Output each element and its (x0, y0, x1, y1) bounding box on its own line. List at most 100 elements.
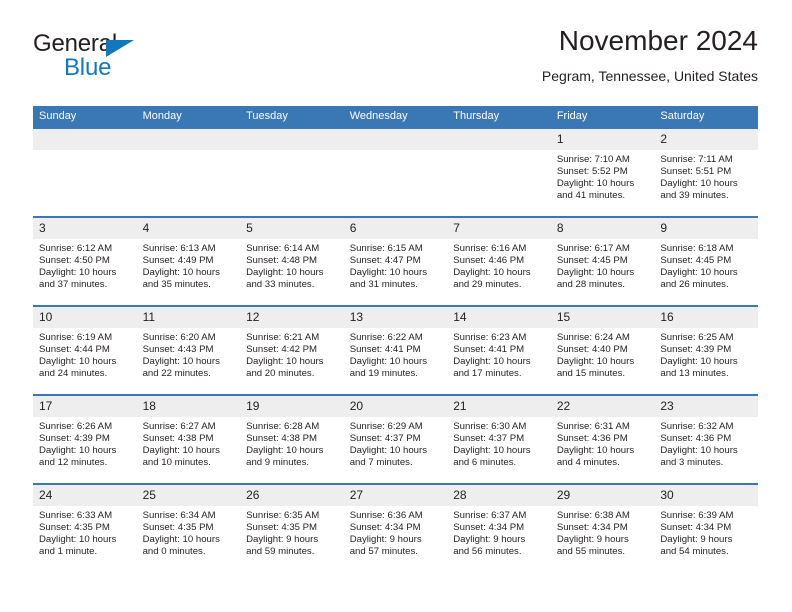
day-number: 4 (136, 218, 241, 239)
day-number: 9 (654, 218, 758, 239)
calendar-day-cell[interactable]: 19 Sunrise: 6:28 AM Sunset: 4:38 PM Dayligh… (240, 394, 344, 484)
calendar-day-cell[interactable]: 27 Sunrise: 6:36 AM Sunset: 4:34 PM Dayligh… (343, 483, 448, 573)
daylight-duration-line2: and 6 minutes. (453, 457, 517, 469)
sunset-time: Sunset: 4:36 PM (556, 433, 628, 445)
daylight-duration-line1: Daylight: 10 hours (556, 178, 635, 190)
calendar-day-cell[interactable]: 15 Sunrise: 6:24 AM Sunset: 4:40 PM Dayligh… (550, 305, 655, 395)
daylight-duration-line1: Daylight: 10 hours (142, 356, 220, 368)
sunset-time: Sunset: 4:49 PM (142, 255, 214, 267)
title-block: November 2024 Pegram, Tennessee, United … (542, 24, 758, 85)
calendar-day-cell[interactable]: 1 Sunrise: 7:10 AM Sunset: 5:52 PM Daylight… (550, 127, 655, 217)
sunset-time: Sunset: 4:34 PM (453, 522, 525, 534)
day-number (343, 129, 448, 150)
day-number: 21 (447, 396, 551, 417)
calendar-day-cell[interactable]: 26 Sunrise: 6:35 AM Sunset: 4:35 PM Dayligh… (240, 483, 344, 573)
calendar-day-cell[interactable]: 20 Sunrise: 6:29 AM Sunset: 4:37 PM Dayligh… (343, 394, 448, 484)
day-details: Sunrise: 6:12 AM Sunset: 4:50 PM Daylight:… (33, 239, 137, 291)
general-blue-logo[interactable]: General Blue (33, 30, 253, 86)
sunrise-time: Sunrise: 6:18 AM (660, 243, 734, 254)
sunset-time: Sunset: 5:51 PM (660, 166, 732, 178)
day-details: Sunrise: 6:39 AM Sunset: 4:34 PM Daylight:… (654, 506, 758, 558)
sunset-time: Sunset: 4:39 PM (39, 433, 110, 445)
day-number: 24 (33, 485, 137, 506)
day-details: Sunrise: 6:34 AM Sunset: 4:35 PM Daylight:… (137, 506, 241, 558)
day-details: Sunrise: 6:33 AM Sunset: 4:35 PM Daylight:… (33, 506, 137, 558)
calendar-day-cell[interactable]: 30 Sunrise: 6:39 AM Sunset: 4:34 PM Dayligh… (654, 483, 758, 573)
day-number: 25 (136, 485, 241, 506)
day-details: Sunrise: 6:13 AM Sunset: 4:49 PM Daylight:… (137, 239, 241, 291)
daylight-duration-line2: and 33 minutes. (246, 279, 315, 291)
daylight-duration-line2: and 19 minutes. (349, 368, 418, 380)
sunrise-time: Sunrise: 6:39 AM (660, 510, 734, 521)
calendar-day-cell[interactable]: 22 Sunrise: 6:31 AM Sunset: 4:36 PM Dayligh… (550, 394, 655, 484)
sunset-time: Sunset: 4:35 PM (39, 522, 110, 534)
calendar-day-cell[interactable]: 4 Sunrise: 6:13 AM Sunset: 4:49 PM Daylight… (136, 216, 241, 306)
sunrise-time: Sunrise: 7:11 AM (660, 154, 733, 165)
daylight-duration-line2: and 22 minutes. (142, 368, 211, 380)
sunset-time: Sunset: 4:37 PM (453, 433, 525, 445)
day-details: Sunrise: 6:28 AM Sunset: 4:38 PM Daylight:… (240, 417, 344, 469)
day-details: Sunrise: 6:18 AM Sunset: 4:45 PM Daylight:… (654, 239, 758, 291)
calendar-day-cell[interactable]: 28 Sunrise: 6:37 AM Sunset: 4:34 PM Dayligh… (447, 483, 551, 573)
calendar-day-cell[interactable]: 3 Sunrise: 6:12 AM Sunset: 4:50 PM Daylight… (33, 216, 137, 306)
daylight-duration-line1: Daylight: 10 hours (660, 356, 738, 368)
calendar-day-cell[interactable]: 13 Sunrise: 6:22 AM Sunset: 4:41 PM Dayligh… (343, 305, 448, 395)
weekday-header-thursday: Thursday (447, 106, 551, 128)
day-number: 17 (33, 396, 137, 417)
day-number: 29 (550, 485, 655, 506)
sunrise-time: Sunrise: 6:17 AM (556, 243, 630, 254)
calendar-day-cell[interactable]: 9 Sunrise: 6:18 AM Sunset: 4:45 PM Daylight… (654, 216, 758, 306)
day-details: Sunrise: 6:32 AM Sunset: 4:36 PM Daylight:… (654, 417, 758, 469)
daylight-duration-line2: and 31 minutes. (349, 279, 418, 291)
sunrise-time: Sunrise: 6:27 AM (142, 421, 216, 432)
daylight-duration-line1: Daylight: 10 hours (246, 267, 324, 279)
sunset-time: Sunset: 4:48 PM (246, 255, 318, 267)
sunrise-time: Sunrise: 6:12 AM (39, 243, 113, 254)
day-details: Sunrise: 6:30 AM Sunset: 4:37 PM Daylight:… (447, 417, 551, 469)
calendar-day-cell[interactable]: 23 Sunrise: 6:32 AM Sunset: 4:36 PM Dayligh… (654, 394, 758, 484)
page-header: General Blue November 2024 Pegram, Tenne… (33, 25, 758, 96)
daylight-duration-line2: and 57 minutes. (349, 546, 418, 558)
calendar-day-cell[interactable]: 14 Sunrise: 6:23 AM Sunset: 4:41 PM Dayligh… (447, 305, 551, 395)
calendar-empty-cell (343, 127, 448, 217)
daylight-duration-line2: and 24 minutes. (39, 368, 108, 380)
sunrise-time: Sunrise: 6:32 AM (660, 421, 734, 432)
calendar-day-cell[interactable]: 8 Sunrise: 6:17 AM Sunset: 4:45 PM Daylight… (550, 216, 655, 306)
calendar-day-cell[interactable]: 12 Sunrise: 6:21 AM Sunset: 4:42 PM Dayligh… (240, 305, 344, 395)
sunset-time: Sunset: 4:43 PM (142, 344, 214, 356)
calendar-day-cell[interactable]: 18 Sunrise: 6:27 AM Sunset: 4:38 PM Dayligh… (136, 394, 241, 484)
day-details: Sunrise: 6:17 AM Sunset: 4:45 PM Daylight:… (551, 239, 655, 291)
sunset-time: Sunset: 4:34 PM (556, 522, 628, 534)
day-number: 7 (447, 218, 551, 239)
calendar-day-cell[interactable]: 11 Sunrise: 6:20 AM Sunset: 4:43 PM Dayligh… (136, 305, 241, 395)
sunrise-sunset-calendar: Sunday Monday Tuesday Wednesday Thursday… (33, 106, 758, 573)
calendar-day-cell[interactable]: 10 Sunrise: 6:19 AM Sunset: 4:44 PM Dayligh… (33, 305, 137, 395)
sunrise-time: Sunrise: 6:25 AM (660, 332, 734, 343)
sunset-time: Sunset: 4:38 PM (142, 433, 214, 445)
calendar-day-cell[interactable]: 2 Sunrise: 7:11 AM Sunset: 5:51 PM Daylight… (654, 127, 758, 217)
sunrise-time: Sunrise: 6:30 AM (453, 421, 527, 432)
calendar-day-cell[interactable]: 6 Sunrise: 6:15 AM Sunset: 4:47 PM Daylight… (343, 216, 448, 306)
sunset-time: Sunset: 4:50 PM (39, 255, 110, 267)
sunset-time: Sunset: 4:34 PM (660, 522, 732, 534)
daylight-duration-line2: and 54 minutes. (660, 546, 729, 558)
calendar-day-cell[interactable]: 16 Sunrise: 6:25 AM Sunset: 4:39 PM Dayligh… (654, 305, 758, 395)
calendar-day-cell[interactable]: 25 Sunrise: 6:34 AM Sunset: 4:35 PM Dayligh… (136, 483, 241, 573)
day-number: 12 (240, 307, 344, 328)
daylight-duration-line2: and 10 minutes. (142, 457, 211, 469)
daylight-duration-line2: and 29 minutes. (453, 279, 522, 291)
daylight-duration-line1: Daylight: 10 hours (660, 267, 738, 279)
sunrise-time: Sunrise: 6:31 AM (556, 421, 630, 432)
calendar-day-cell[interactable]: 7 Sunrise: 6:16 AM Sunset: 4:46 PM Daylight… (447, 216, 551, 306)
calendar-day-cell[interactable]: 21 Sunrise: 6:30 AM Sunset: 4:37 PM Dayligh… (447, 394, 551, 484)
calendar-week-row: 24 Sunrise: 6:33 AM Sunset: 4:35 PM Dayligh… (33, 483, 758, 573)
sunset-time: Sunset: 4:34 PM (349, 522, 421, 534)
calendar-day-cell[interactable]: 24 Sunrise: 6:33 AM Sunset: 4:35 PM Dayligh… (33, 483, 137, 573)
daylight-duration-line1: Daylight: 10 hours (349, 267, 428, 279)
daylight-duration-line2: and 4 minutes. (556, 457, 620, 469)
calendar-day-cell[interactable]: 5 Sunrise: 6:14 AM Sunset: 4:48 PM Daylight… (240, 216, 344, 306)
calendar-day-cell[interactable]: 29 Sunrise: 6:38 AM Sunset: 4:34 PM Dayligh… (550, 483, 655, 573)
calendar-day-cell[interactable]: 17 Sunrise: 6:26 AM Sunset: 4:39 PM Dayligh… (33, 394, 137, 484)
day-number: 13 (343, 307, 448, 328)
sunrise-time: Sunrise: 6:19 AM (39, 332, 113, 343)
